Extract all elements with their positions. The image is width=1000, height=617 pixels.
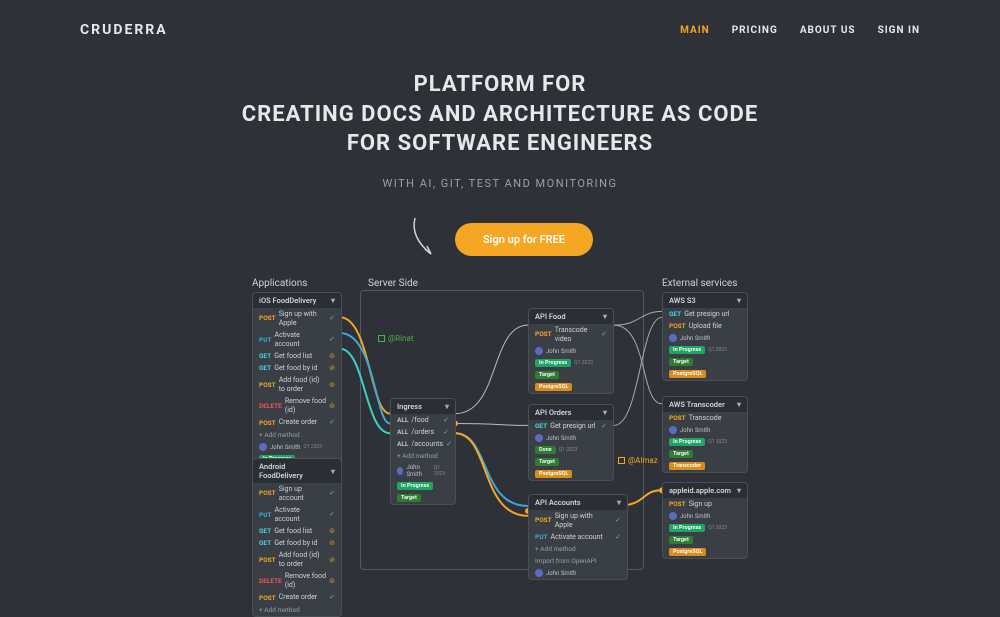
col-label-applications: Applications — [252, 278, 307, 289]
card-appleid[interactable]: appleid.apple.com▾ POSTSign up John Smit… — [662, 482, 748, 559]
chevron-down-icon[interactable]: ▾ — [445, 402, 449, 411]
main-nav: MAIN PRICING ABOUT US SIGN IN — [680, 25, 920, 36]
hero-line1: PLATFORM FOR — [414, 72, 587, 97]
add-method[interactable]: + Add method — [529, 543, 627, 555]
signup-button[interactable]: Sign up for FREE — [455, 223, 593, 256]
card-aws-transcoder[interactable]: AWS Transcoder▾ POSTTranscode John Smith… — [662, 396, 748, 473]
hero-line2: CREATING DOCS AND ARCHITECTURE AS CODE — [242, 102, 758, 127]
card-title: iOS FoodDelivery — [259, 296, 316, 305]
arrow-icon — [407, 216, 441, 262]
architecture-diagram: Applications Server Side External servic… — [0, 278, 1000, 563]
card-title: Android FoodDelivery — [259, 462, 331, 480]
import-openapi[interactable]: Import from OpenAPI — [529, 555, 627, 567]
card-title: Ingress — [397, 402, 422, 411]
avatar-icon — [669, 334, 677, 342]
avatar-icon — [669, 426, 677, 434]
avatar-icon — [669, 512, 677, 520]
card-aws-s3[interactable]: AWS S3▾ GETGet presign url POSTUpload fi… — [662, 292, 748, 381]
card-title: API Orders — [535, 408, 571, 417]
nav-pricing[interactable]: PRICING — [732, 25, 778, 36]
card-api-orders[interactable]: API Orders▾ GETGet presign url✓ John Smi… — [528, 404, 614, 481]
add-method[interactable]: + Add method — [253, 429, 341, 441]
hero-heading: PLATFORM FOR CREATING DOCS AND ARCHITECT… — [0, 70, 1000, 159]
chevron-down-icon[interactable]: ▾ — [603, 408, 607, 417]
chevron-down-icon[interactable]: ▾ — [737, 296, 741, 305]
col-label-external: External services — [662, 278, 737, 289]
add-method[interactable]: + Add method — [253, 604, 341, 616]
topbar: CRUDERRA MAIN PRICING ABOUT US SIGN IN — [0, 0, 1000, 38]
avatar-icon — [397, 467, 403, 475]
avatar-icon — [535, 569, 543, 577]
hero-sub: WITH AI, GIT, TEST AND MONITORING — [0, 177, 1000, 190]
hero: PLATFORM FOR CREATING DOCS AND ARCHITECT… — [0, 70, 1000, 262]
chevron-down-icon[interactable]: ▾ — [331, 467, 335, 476]
nav-about[interactable]: ABOUT US — [800, 25, 856, 36]
card-title: API Food — [535, 312, 566, 321]
chevron-down-icon[interactable]: ▾ — [737, 400, 741, 409]
avatar-icon — [535, 347, 543, 355]
card-ingress[interactable]: Ingress▾ ALL/food✓ ALL/orders✓ ALL/accou… — [390, 398, 456, 505]
card-api-food[interactable]: API Food▾ POSTTranscode video✓ John Smit… — [528, 308, 614, 394]
hero-cta-row: Sign up for FREE — [0, 216, 1000, 262]
annotation-rinat: @Rinat — [378, 334, 413, 343]
card-title: API Accounts — [535, 498, 581, 507]
nav-signin[interactable]: SIGN IN — [878, 25, 920, 36]
card-title: AWS Transcoder — [669, 400, 725, 409]
avatar-icon — [535, 434, 543, 442]
card-android-fooddelivery[interactable]: Android FoodDelivery▾ POSTSign up accoun… — [252, 458, 342, 617]
col-label-server: Server Side — [368, 278, 418, 289]
annotation-almaz: @Almaz — [618, 456, 658, 465]
card-title: AWS S3 — [669, 296, 696, 305]
card-api-accounts[interactable]: API Accounts▾ POSTSign up with Apple✓ PU… — [528, 494, 628, 580]
brand-logo[interactable]: CRUDERRA — [80, 22, 168, 38]
hero-line3: FOR SOFTWARE ENGINEERS — [347, 131, 653, 156]
avatar-icon — [259, 443, 267, 451]
chevron-down-icon[interactable]: ▾ — [617, 498, 621, 507]
add-method[interactable]: + Add method — [391, 450, 455, 462]
card-title: appleid.apple.com — [669, 486, 731, 495]
nav-main[interactable]: MAIN — [680, 25, 710, 36]
chevron-down-icon[interactable]: ▾ — [603, 312, 607, 321]
chevron-down-icon[interactable]: ▾ — [737, 486, 741, 495]
chevron-down-icon[interactable]: ▾ — [331, 296, 335, 305]
